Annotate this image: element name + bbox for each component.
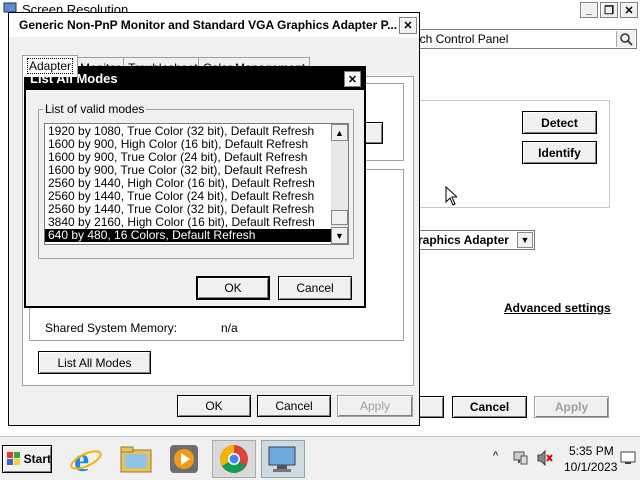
modes-cancel-button[interactable]: Cancel	[278, 276, 352, 300]
identify-button[interactable]: Identify	[522, 141, 597, 164]
properties-title-bar: Generic Non-PnP Monitor and Standard VGA…	[9, 13, 419, 37]
file-explorer-icon[interactable]	[114, 440, 158, 478]
properties-ok-button[interactable]: OK	[177, 395, 251, 417]
modes-listbox[interactable]: 1920 by 1080, True Color (32 bit), Defau…	[44, 123, 349, 245]
background-ok-button[interactable]: OK	[416, 396, 444, 418]
chevron-down-icon[interactable]: ▼	[517, 232, 533, 248]
modes-scrollbar[interactable]: ▲ ▼	[331, 124, 348, 244]
start-label: Start	[23, 452, 51, 466]
search-box[interactable]: arch Control Panel	[405, 29, 637, 49]
valid-modes-label: List of valid modes	[43, 102, 147, 116]
tab-adapter[interactable]: Adapter	[22, 55, 79, 77]
mode-list-item[interactable]: 640 by 480, 16 Colors, Default Refresh	[45, 229, 331, 242]
properties-title: Generic Non-PnP Monitor and Standard VGA…	[19, 18, 398, 32]
scroll-down-arrow-icon[interactable]: ▼	[331, 227, 348, 244]
close-button[interactable]: ✕	[620, 2, 638, 18]
scroll-thumb[interactable]	[331, 210, 348, 225]
list-all-modes-dialog: List All Modes ✕ List of valid modes 192…	[24, 66, 366, 308]
background-apply-button: Apply	[534, 396, 609, 418]
detect-button[interactable]: Detect	[522, 111, 597, 134]
properties-close-button[interactable]: ✕	[399, 17, 417, 34]
clock-time[interactable]: 5:35 PM	[569, 444, 614, 458]
mouse-cursor-icon	[445, 185, 459, 209]
display-dropdown[interactable]: raphics Adapter ▼	[405, 230, 535, 250]
start-button[interactable]: Start	[2, 445, 52, 473]
properties-apply-button: Apply	[337, 395, 413, 417]
internet-explorer-icon[interactable]: e	[64, 440, 108, 478]
display-dropdown-value: raphics Adapter	[418, 233, 509, 247]
scroll-up-arrow-icon[interactable]: ▲	[331, 124, 348, 141]
media-player-icon[interactable]	[162, 440, 206, 478]
shared-memory-label: Shared System Memory:	[45, 321, 178, 335]
show-hidden-icons-icon[interactable]: ^	[493, 450, 498, 462]
properties-cancel-button[interactable]: Cancel	[257, 395, 331, 417]
advanced-settings-link[interactable]: Advanced settings	[504, 301, 611, 315]
list-all-modes-button[interactable]: List All Modes	[38, 351, 151, 374]
windows-logo-icon	[7, 452, 20, 465]
restore-button[interactable]: ❐	[600, 2, 618, 18]
search-input[interactable]: arch Control Panel	[409, 32, 508, 46]
modes-list: 1920 by 1080, True Color (32 bit), Defau…	[45, 125, 331, 242]
control-panel-icon[interactable]	[261, 440, 305, 478]
clock-date[interactable]: 10/1/2023	[564, 460, 617, 474]
network-icon[interactable]	[512, 450, 528, 469]
shared-memory-value: n/a	[221, 321, 238, 335]
minimize-button[interactable]: _	[580, 2, 598, 18]
modes-close-button[interactable]: ✕	[344, 71, 361, 87]
volume-muted-icon[interactable]	[536, 449, 554, 469]
background-cancel-button[interactable]: Cancel	[452, 396, 527, 418]
show-desktop-icon[interactable]	[620, 450, 636, 469]
chrome-icon[interactable]	[212, 440, 256, 478]
modes-ok-button[interactable]: OK	[196, 276, 270, 300]
search-icon[interactable]	[616, 31, 635, 47]
